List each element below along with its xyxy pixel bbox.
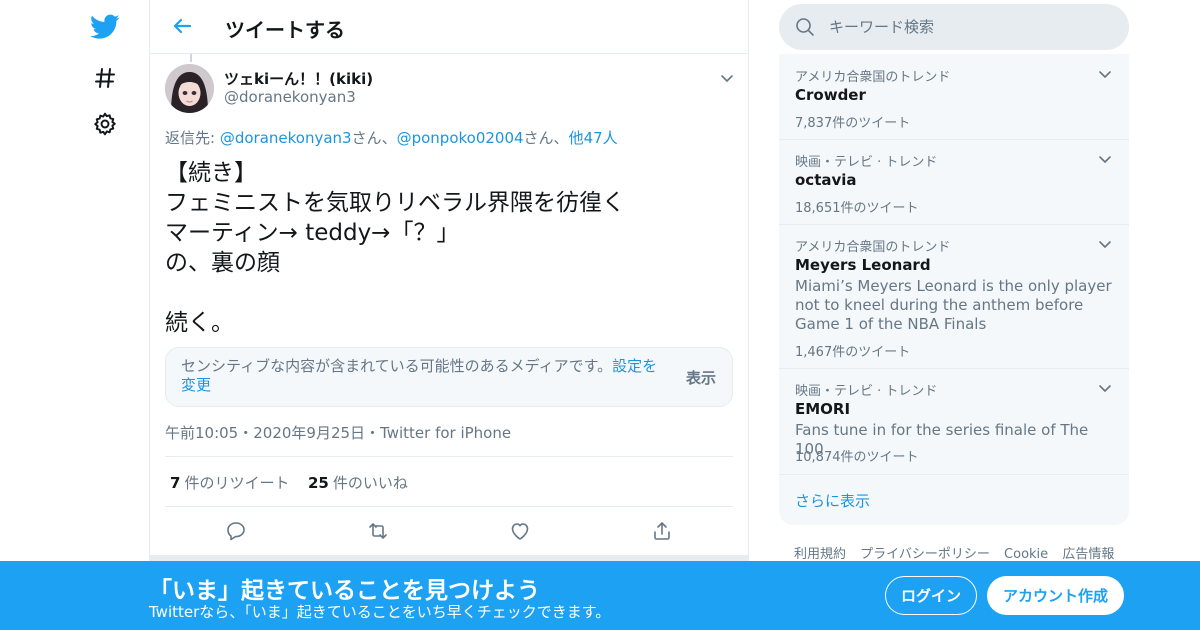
search-box[interactable]: [779, 4, 1129, 50]
back-arrow-icon[interactable]: [170, 14, 194, 38]
hashtag-icon[interactable]: [90, 63, 120, 93]
gear-icon[interactable]: [90, 109, 120, 139]
main-column: ツイートする ツェkiーん！！(kiki) @doranekonyan3 返信先…: [149, 0, 749, 630]
reply-san: さん、: [351, 129, 397, 147]
trend-item[interactable]: 映画・テレビ · トレンド octavia 18,651件のツイート: [779, 140, 1129, 225]
thread-line: [190, 54, 192, 62]
trend-count: 18,651件のツイート: [795, 201, 919, 216]
trend-context: 映画・テレビ · トレンド: [795, 155, 938, 170]
footer-links: 利用規約 プライバシーポリシー Cookie 広告情報: [794, 543, 1124, 562]
reply-user-link[interactable]: @doranekonyan3: [220, 129, 352, 147]
tweet-actions: [165, 507, 733, 555]
share-icon[interactable]: [650, 519, 674, 543]
tweet-stats: 7 件のリツイート 25 件のいいね: [165, 456, 733, 507]
page-title: ツイートする: [225, 18, 345, 42]
trend-count: 7,837件のツイート: [795, 116, 911, 131]
sensitive-warning: センシティブな内容が含まれている可能性のあるメディアです。: [181, 357, 613, 375]
chevron-down-icon[interactable]: [1097, 380, 1113, 396]
like-label: 件のいいね: [332, 474, 408, 492]
tweet-text: 【続き】 フェミニストを気取りリベラル界隈を彷徨く マーティン→ teddy→「…: [165, 160, 625, 336]
trend-description: Miami’s Meyers Leonard is the only playe…: [795, 277, 1112, 333]
trend-item[interactable]: アメリカ合衆国のトレンド Crowder 7,837件のツイート: [779, 54, 1129, 140]
footer-link-privacy[interactable]: プライバシーポリシー: [860, 547, 990, 562]
signup-banner: 「いま」起きていることを見つけよう Twitterなら、「いま」起きていることを…: [0, 561, 1200, 630]
chevron-down-icon[interactable]: [1097, 66, 1113, 82]
avatar[interactable]: [165, 64, 214, 113]
banner-title: 「いま」起きていることを見つけよう: [149, 578, 540, 604]
sensitive-media-text: センシティブな内容が含まれている可能性のあるメディアです。設定を変更: [181, 357, 671, 395]
show-more-link[interactable]: さらに表示: [795, 490, 870, 511]
reply-user-link[interactable]: @ponpoko02004: [397, 129, 524, 147]
login-button[interactable]: ログイン: [885, 576, 977, 615]
signup-button[interactable]: アカウント作成: [987, 576, 1124, 615]
tweet-timestamp[interactable]: 午前10:05・2020年9月25日・Twitter for iPhone: [165, 422, 511, 443]
trend-name: Crowder: [795, 86, 866, 104]
trend-context: アメリカ合衆国のトレンド: [795, 70, 951, 85]
reply-san: さん、: [523, 129, 569, 147]
search-input[interactable]: [829, 4, 1109, 50]
like-stat[interactable]: 25 件のいいね: [308, 472, 408, 493]
reply-icon[interactable]: [224, 519, 248, 543]
chevron-down-icon[interactable]: [1097, 151, 1113, 167]
sensitive-media-notice: センシティブな内容が含まれている可能性のあるメディアです。設定を変更 表示: [165, 347, 733, 407]
like-count: 25: [308, 474, 329, 492]
reply-others-link[interactable]: 他47人: [569, 129, 618, 147]
retweet-count: 7: [170, 474, 181, 492]
search-icon: [795, 17, 815, 37]
trend-name: octavia: [795, 171, 857, 189]
trend-count: 10,874件のツイート: [795, 450, 919, 465]
user-display-name[interactable]: ツェkiーん！！(kiki): [224, 68, 373, 89]
footer-link-terms[interactable]: 利用規約: [794, 547, 846, 562]
reply-prefix: 返信先:: [165, 129, 220, 147]
trend-name: Meyers Leonard: [795, 256, 931, 274]
chevron-down-icon[interactable]: [1097, 236, 1113, 252]
left-nav: [0, 0, 150, 630]
reply-to-line: 返信先: @doranekonyan3さん、@ponpoko02004さん、他4…: [165, 127, 618, 148]
show-media-button[interactable]: 表示: [686, 367, 716, 388]
retweet-icon[interactable]: [366, 519, 390, 543]
user-handle[interactable]: @doranekonyan3: [224, 88, 356, 106]
retweet-stat[interactable]: 7 件のリツイート: [170, 472, 289, 493]
trends-panel: アメリカ合衆国のトレンド Crowder 7,837件のツイート 映画・テレビ …: [779, 54, 1129, 525]
twitter-logo-icon[interactable]: [90, 12, 120, 42]
trend-item[interactable]: アメリカ合衆国のトレンド Meyers Leonard Miami’s Meye…: [779, 225, 1129, 369]
chevron-down-icon[interactable]: [719, 70, 735, 86]
trend-name: EMORI: [795, 400, 851, 418]
footer-link-ads[interactable]: 広告情報: [1062, 547, 1114, 562]
trend-context: 映画・テレビ · トレンド: [795, 384, 938, 399]
retweet-label: 件のリツイート: [184, 474, 290, 492]
page-header: ツイートする: [150, 0, 748, 54]
trend-count: 1,467件のツイート: [795, 345, 911, 360]
banner-subtitle: Twitterなら、「いま」起きていることをいち早くチェックできます。: [149, 603, 611, 621]
trend-item[interactable]: 映画・テレビ · トレンド EMORI Fans tune in for the…: [779, 369, 1129, 475]
like-heart-icon[interactable]: [508, 519, 532, 543]
trend-context: アメリカ合衆国のトレンド: [795, 240, 951, 255]
footer-link-cookie[interactable]: Cookie: [1004, 547, 1048, 562]
